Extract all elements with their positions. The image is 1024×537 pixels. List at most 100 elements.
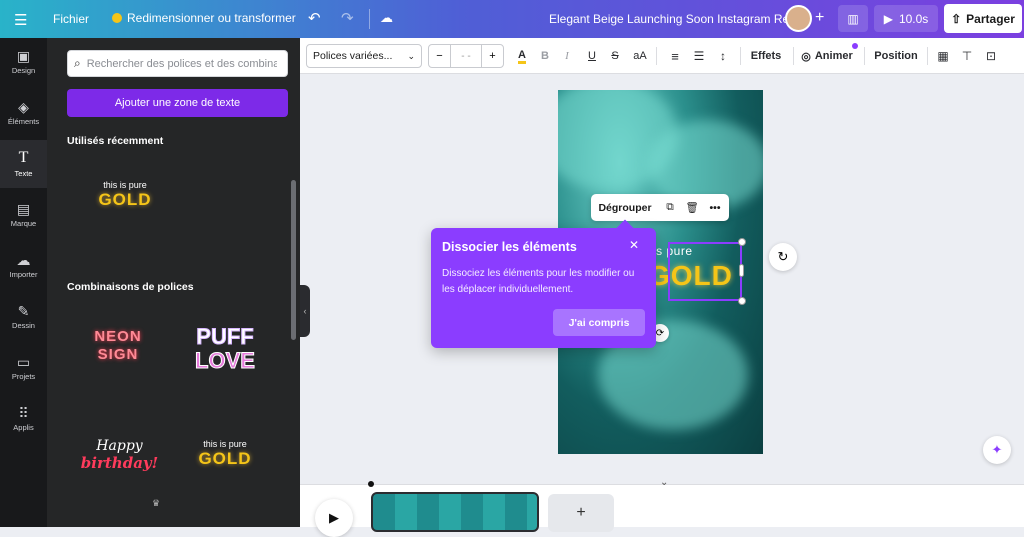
recent-title: Utilisés récemment — [67, 135, 164, 147]
hamburger-icon[interactable]: ☰ — [14, 11, 27, 29]
lock-icon[interactable]: ⊡ — [981, 38, 1001, 74]
divider — [369, 9, 370, 29]
editor-toolbar: Polices variées... ⌄ − - - + A B I U S a… — [300, 38, 1024, 74]
magic-assistant-icon[interactable]: ✦ — [983, 436, 1011, 464]
resize-handle[interactable] — [738, 238, 746, 246]
sidebar-item-draw[interactable]: ✎ Dessin — [0, 293, 47, 341]
strikethrough-icon[interactable]: S — [605, 38, 625, 74]
got-it-button[interactable]: J'ai compris — [553, 309, 645, 336]
position-button[interactable]: Position — [872, 38, 920, 74]
sidebar-item-label: Design — [11, 66, 36, 75]
more-options-icon[interactable]: ••• — [703, 194, 727, 221]
trash-icon[interactable]: 🗑 — [681, 194, 703, 221]
gold-combo-thumbnail[interactable]: this is pure GOLD — [185, 439, 265, 484]
duplicate-icon[interactable]: ⧉ — [659, 194, 681, 221]
add-collaborator-icon[interactable]: + — [815, 9, 824, 27]
sidebar-item-label: Éléments — [7, 117, 40, 126]
text-color-icon[interactable]: A — [512, 38, 532, 74]
paint-roller-icon[interactable]: ⊤ — [957, 38, 977, 74]
sidebar-item-brand[interactable]: ▤ Marque — [0, 191, 47, 239]
search-icon: ⌕ — [74, 56, 81, 70]
sidebar-item-label: Dessin — [12, 321, 35, 330]
text-panel: ⌕ Ajouter une zone de texte Utilisés réc… — [47, 38, 300, 527]
gold-big-text: GOLD — [98, 190, 152, 209]
italic-icon[interactable]: I — [557, 38, 577, 74]
add-page-button[interactable]: + — [548, 494, 614, 532]
search-box[interactable]: ⌕ — [67, 50, 288, 77]
neon-sign-thumbnail[interactable]: NEON SIGN — [77, 328, 159, 374]
list-icon[interactable]: ☰ — [689, 38, 709, 74]
selection-box[interactable] — [668, 242, 742, 301]
neon-sign-text: NEON SIGN — [94, 328, 142, 363]
love-text: LOVE — [195, 348, 256, 373]
text-icon: T — [18, 149, 29, 166]
animate-label: Animer — [814, 50, 853, 62]
divider — [793, 47, 794, 65]
comment-icon[interactable]: ↻ — [769, 243, 797, 271]
duration-label: 10.0s — [898, 11, 929, 26]
new-badge-dot — [852, 43, 858, 49]
play-preview-button[interactable]: ▶ 10.0s — [874, 5, 938, 32]
share-button[interactable]: ⇧ Partager — [944, 4, 1022, 33]
bold-icon[interactable]: B — [535, 38, 555, 74]
project-title[interactable]: Elegant Beige Launching Soon Instagram R… — [549, 12, 799, 26]
divider — [864, 47, 865, 65]
line-spacing-icon[interactable]: ↕ — [713, 38, 733, 74]
close-icon[interactable]: ✕ — [629, 238, 639, 252]
letter-case-icon[interactable]: aA — [629, 38, 651, 74]
playhead-marker[interactable] — [368, 481, 374, 487]
sidebar-item-label: Marque — [10, 219, 37, 228]
happy-birthday-thumbnail[interactable]: Happy birthday! — [77, 438, 162, 484]
sidebar-item-text[interactable]: T Texte — [0, 140, 47, 188]
divider — [740, 47, 741, 65]
panel-scrollbar[interactable] — [291, 180, 296, 340]
add-text-box-button[interactable]: Ajouter une zone de texte — [67, 89, 288, 117]
search-input[interactable] — [86, 57, 277, 70]
sidebar-item-upload[interactable]: ☁ Importer — [0, 242, 47, 290]
resize-handle[interactable] — [738, 297, 746, 305]
sidebar-item-apps[interactable]: ⠿ Applis — [0, 395, 47, 443]
side-handle[interactable] — [739, 264, 744, 277]
effects-button[interactable]: Effets — [746, 38, 786, 74]
sidebar-item-projects[interactable]: ▭ Projets — [0, 344, 47, 392]
avatar[interactable] — [785, 5, 812, 32]
file-menu[interactable]: Fichier — [53, 12, 89, 26]
increase-size-button[interactable]: + — [481, 45, 503, 67]
sidebar-item-design[interactable]: ▣ Design — [0, 38, 47, 86]
expand-timeline-icon[interactable]: ⌄ — [660, 477, 668, 488]
plus-icon: + — [576, 504, 586, 521]
crown-icon — [112, 13, 122, 23]
resize-button[interactable]: Redimensionner ou transformer — [112, 11, 296, 25]
cloud-upload-icon: ☁ — [16, 252, 31, 268]
animate-button[interactable]: ◎ Animer — [799, 38, 855, 74]
transparency-icon[interactable]: ▦ — [933, 38, 953, 74]
puff-love-thumbnail[interactable]: PUFF LOVE — [180, 324, 270, 383]
ungroup-tooltip: Dissocier les éléments ✕ Dissociez les é… — [431, 219, 656, 348]
align-center-icon[interactable]: ≡ — [665, 38, 685, 74]
sidebar-item-label: Applis — [13, 423, 34, 432]
underline-icon[interactable]: U — [582, 38, 602, 74]
insights-icon[interactable]: ▥ — [838, 5, 868, 32]
chevron-down-icon: ⌄ — [407, 50, 415, 61]
combos-title: Combinaisons de polices — [67, 281, 194, 293]
folder-icon: ▭ — [16, 354, 31, 370]
redo-icon[interactable]: ↷ — [341, 9, 354, 27]
ungroup-button[interactable]: Dégrouper — [591, 194, 659, 221]
sidebar-item-elements[interactable]: ◈ Éléments — [0, 89, 47, 137]
undo-icon[interactable]: ↶ — [308, 9, 321, 27]
collapse-panel-handle[interactable]: ‹ — [300, 285, 310, 337]
timeline-play-button[interactable]: ▶ — [315, 499, 353, 537]
decrease-size-button[interactable]: − — [429, 45, 451, 67]
element-context-menu: Dégrouper ⧉ 🗑 ••• — [591, 194, 729, 221]
crown-icon: ♛ — [152, 498, 161, 508]
upload-icon: ⇧ — [951, 11, 962, 26]
tooltip-title: Dissocier les éléments — [442, 240, 577, 254]
font-size-value[interactable]: - - — [451, 45, 481, 67]
timeline-clip[interactable] — [371, 492, 539, 532]
font-size-stepper[interactable]: − - - + — [428, 44, 504, 68]
cloud-save-icon[interactable]: ☁ — [380, 10, 393, 26]
gold-big-text: GOLD — [198, 449, 252, 468]
gold-recent-thumbnail[interactable]: this is pure GOLD — [85, 180, 165, 225]
top-bar: ☰ Fichier Redimensionner ou transformer … — [0, 0, 1024, 38]
font-family-dropdown[interactable]: Polices variées... ⌄ — [306, 44, 422, 68]
